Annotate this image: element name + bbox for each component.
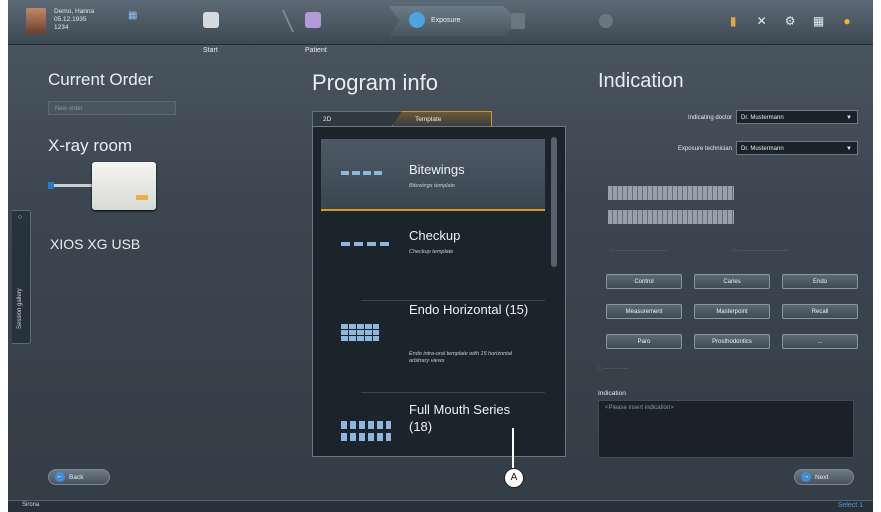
patient-icon: [305, 12, 321, 29]
template-scrollbar[interactable]: [551, 137, 557, 267]
device-led: [136, 195, 148, 200]
indication-button-recall[interactable]: Recall: [782, 304, 858, 319]
doctor-value: Dr. Mustermann: [741, 115, 784, 121]
back-label: Back: [69, 474, 84, 481]
full-mouth-icon: [341, 421, 391, 441]
app-screen: Demo, Hanna 05.12.1935 1234 ▦ Start Pati…: [8, 0, 873, 512]
next-label: Next: [815, 474, 829, 481]
endo-icon: [341, 323, 379, 341]
top-bar: Demo, Hanna 05.12.1935 1234 ▦ Start Pati…: [8, 0, 873, 54]
template-name: Checkup: [409, 228, 461, 243]
template-list[interactable]: Bitewings Bitewings template Checkup Che…: [312, 126, 566, 457]
indication-button-more[interactable]: ...: [782, 334, 858, 349]
bitewings-icon: [341, 171, 383, 175]
patient-card[interactable]: Demo, Hanna 05.12.1935 1234 ▦: [26, 6, 144, 38]
template-desc: Bitewings template: [409, 183, 456, 189]
network-icon[interactable]: ▦: [811, 13, 827, 29]
device-name: XIOS XG USB: [50, 236, 141, 252]
patient-info: Demo, Hanna 05.12.1935 1234: [54, 8, 94, 32]
status-bar: Sirona Select 1: [8, 500, 873, 512]
usb-plug-icon: [48, 182, 54, 189]
template-checkup[interactable]: Checkup Checkup template: [321, 217, 545, 301]
indication-textarea[interactable]: <Please insert indication>: [598, 400, 854, 458]
selection-status: Select 1: [837, 502, 863, 509]
preview-checkbox[interactable]: □ ──────: [598, 366, 629, 372]
patient-avatar: [26, 8, 46, 34]
template-desc: Checkup template: [409, 249, 454, 255]
crumb-start-label: Start: [203, 47, 218, 54]
upper-jaw-tooth-chart[interactable]: [608, 186, 734, 200]
crumb-patient[interactable]: Patient: [305, 6, 327, 54]
program-info-title: Program info: [312, 70, 438, 95]
next-step-icon-2: [599, 14, 613, 28]
callout-a: A: [504, 468, 524, 488]
tab-2d[interactable]: 2D: [312, 111, 402, 126]
radio-option-left[interactable]: ○ ────────────: [610, 248, 666, 254]
tab-template-label: Template: [415, 116, 442, 123]
brand-label: Sirona: [22, 502, 40, 508]
template-name: Bitewings: [409, 162, 465, 177]
next-arrow-icon: →: [801, 472, 811, 483]
indication-button-endo[interactable]: Endo: [782, 274, 858, 289]
chevron-down-icon: ▼: [846, 115, 852, 121]
crumb-separator: [267, 10, 295, 32]
technician-select[interactable]: Dr. Mustermann ▼: [736, 141, 858, 155]
callout-line: [512, 428, 514, 468]
template-bitewings[interactable]: Bitewings Bitewings template: [321, 139, 545, 211]
note-icon[interactable]: ▮: [725, 13, 741, 29]
next-button[interactable]: → Next: [794, 469, 854, 485]
radio-option-right[interactable]: ○ ────────────: [732, 248, 788, 254]
doctor-label: Indicating doctor: [687, 115, 732, 121]
sensor-cable: [52, 184, 94, 187]
xray-device-image: [92, 162, 156, 210]
current-order-title: Current Order: [48, 70, 153, 89]
back-arrow-icon: ←: [55, 472, 65, 483]
tab-template[interactable]: Template: [392, 111, 492, 126]
system-icons: ▮ ✕ ⚙ ▦ ●: [717, 12, 855, 32]
settings-icon[interactable]: ⚙: [782, 13, 798, 29]
lower-jaw-tooth-chart[interactable]: [608, 210, 734, 224]
template-name: Full Mouth Series (18): [409, 402, 511, 434]
indication-button-paro[interactable]: Paro: [606, 334, 682, 349]
session-gallery-label: Session gallery: [17, 288, 23, 329]
template-name: Endo Horizontal (15): [409, 302, 529, 317]
exposure-icon: [409, 12, 425, 29]
order-input[interactable]: New order: [48, 101, 176, 115]
indication-label: Indication: [598, 390, 626, 397]
crumb-exposure[interactable]: Exposure: [389, 6, 519, 36]
session-gallery-tab[interactable]: ○ Session gallery: [12, 210, 31, 344]
patient-dob: 05.12.1935: [54, 16, 87, 23]
back-button[interactable]: ← Back: [48, 469, 110, 485]
template-divider: [361, 392, 545, 393]
patient-name: Demo, Hanna: [54, 8, 95, 15]
indication-button-measurement[interactable]: Measurement: [606, 304, 682, 319]
template-desc: Endo intra-oral template with 15 horizon…: [409, 351, 513, 364]
xray-room-title: X-ray room: [48, 136, 133, 155]
technician-value: Dr. Mustermann: [741, 146, 784, 152]
tools-icon[interactable]: ✕: [754, 13, 770, 29]
indication-button-caries[interactable]: Caries: [694, 274, 770, 289]
technician-label: Exposure technician: [677, 146, 732, 152]
crumb-patient-label: Patient: [305, 47, 327, 54]
gallery-pin-icon: ○: [17, 214, 24, 219]
chevron-down-icon: ▼: [846, 146, 852, 152]
indication-button-control[interactable]: Control: [606, 274, 682, 289]
patient-id: 1234: [54, 24, 69, 31]
indication-title: Indication: [598, 70, 684, 92]
next-step-icon: [511, 13, 525, 29]
checkup-icon: [341, 242, 393, 246]
template-endo-horizontal[interactable]: Endo Horizontal (15) Endo intra-oral tem…: [321, 293, 545, 393]
crumb-exposure-label: Exposure: [431, 17, 461, 24]
status-light-icon[interactable]: ●: [839, 13, 855, 29]
crumb-start[interactable]: Start: [203, 6, 225, 54]
pin-icon[interactable]: ▦: [128, 10, 137, 21]
home-icon: [203, 12, 219, 29]
doctor-select[interactable]: Dr. Mustermann ▼: [736, 110, 858, 124]
indication-button-masterpoint[interactable]: Masterpoint: [694, 304, 770, 319]
indication-button-prosthodontics[interactable]: Prosthodontics: [694, 334, 770, 349]
